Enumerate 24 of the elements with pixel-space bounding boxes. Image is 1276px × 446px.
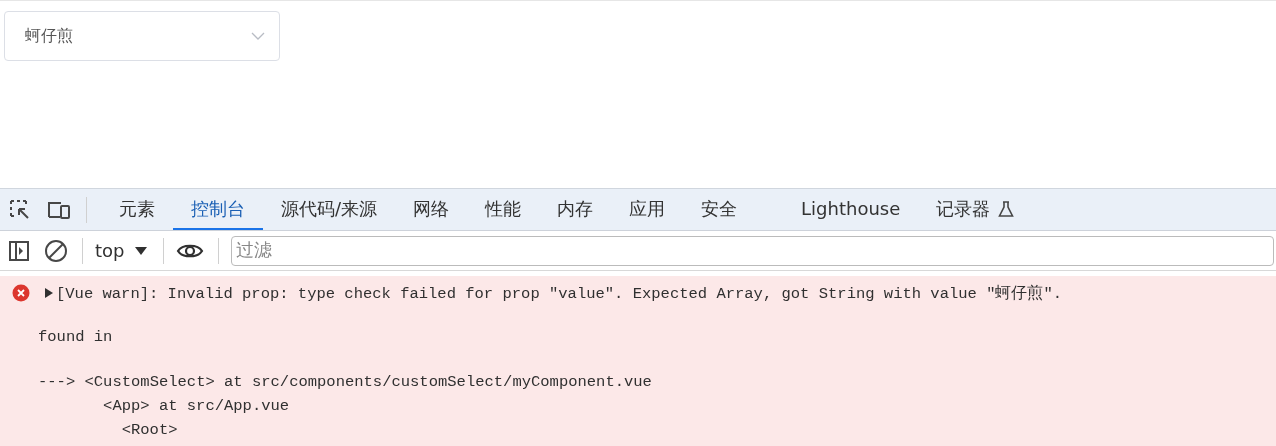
devtools-tab[interactable]: 元素 — [101, 189, 173, 230]
devtools-tab[interactable]: 内存 — [539, 189, 612, 230]
devtools-tab[interactable]: 应用 — [611, 189, 684, 230]
trace-line: <CustomSelect> at src/components/customSelect/myComponent.vue — [83, 372, 652, 393]
found-in-text: found in — [37, 327, 114, 348]
select-value: 蚵仔煎 — [25, 25, 73, 47]
trace-line: <Root> — [120, 420, 178, 441]
devtools-tab[interactable]: 记录器 — [918, 189, 1033, 230]
devtools-tab[interactable]: 源代码/来源 — [263, 189, 396, 230]
caret-icon — [134, 245, 147, 256]
devtools-tab[interactable]: 控制台 — [173, 189, 263, 230]
trace-line: <App> at src/App.vue — [102, 396, 290, 417]
filter-field[interactable]: 过滤 — [230, 235, 1274, 266]
devtools-tab[interactable]: Lighthouse — [783, 189, 919, 230]
sidebar-icon[interactable] — [8, 239, 30, 262]
clear-icon[interactable] — [44, 238, 68, 263]
devtools-tab[interactable]: 性能 — [467, 189, 540, 230]
context-dropdown[interactable]: top — [95, 240, 147, 261]
devtools-tab[interactable]: 网络 — [395, 189, 468, 230]
expand-triangle-icon[interactable] — [44, 287, 54, 299]
trace-arrow: ---> — [38, 372, 76, 393]
message-text: [Vue warn]: Invalid prop: type check failed for prop "value". Expected Array, got String with value "蚵仔煎". — [56, 283, 1063, 304]
devtools-tab[interactable]: 安全 — [683, 189, 756, 230]
select-field[interactable]: 蚵仔煎 — [4, 11, 280, 61]
